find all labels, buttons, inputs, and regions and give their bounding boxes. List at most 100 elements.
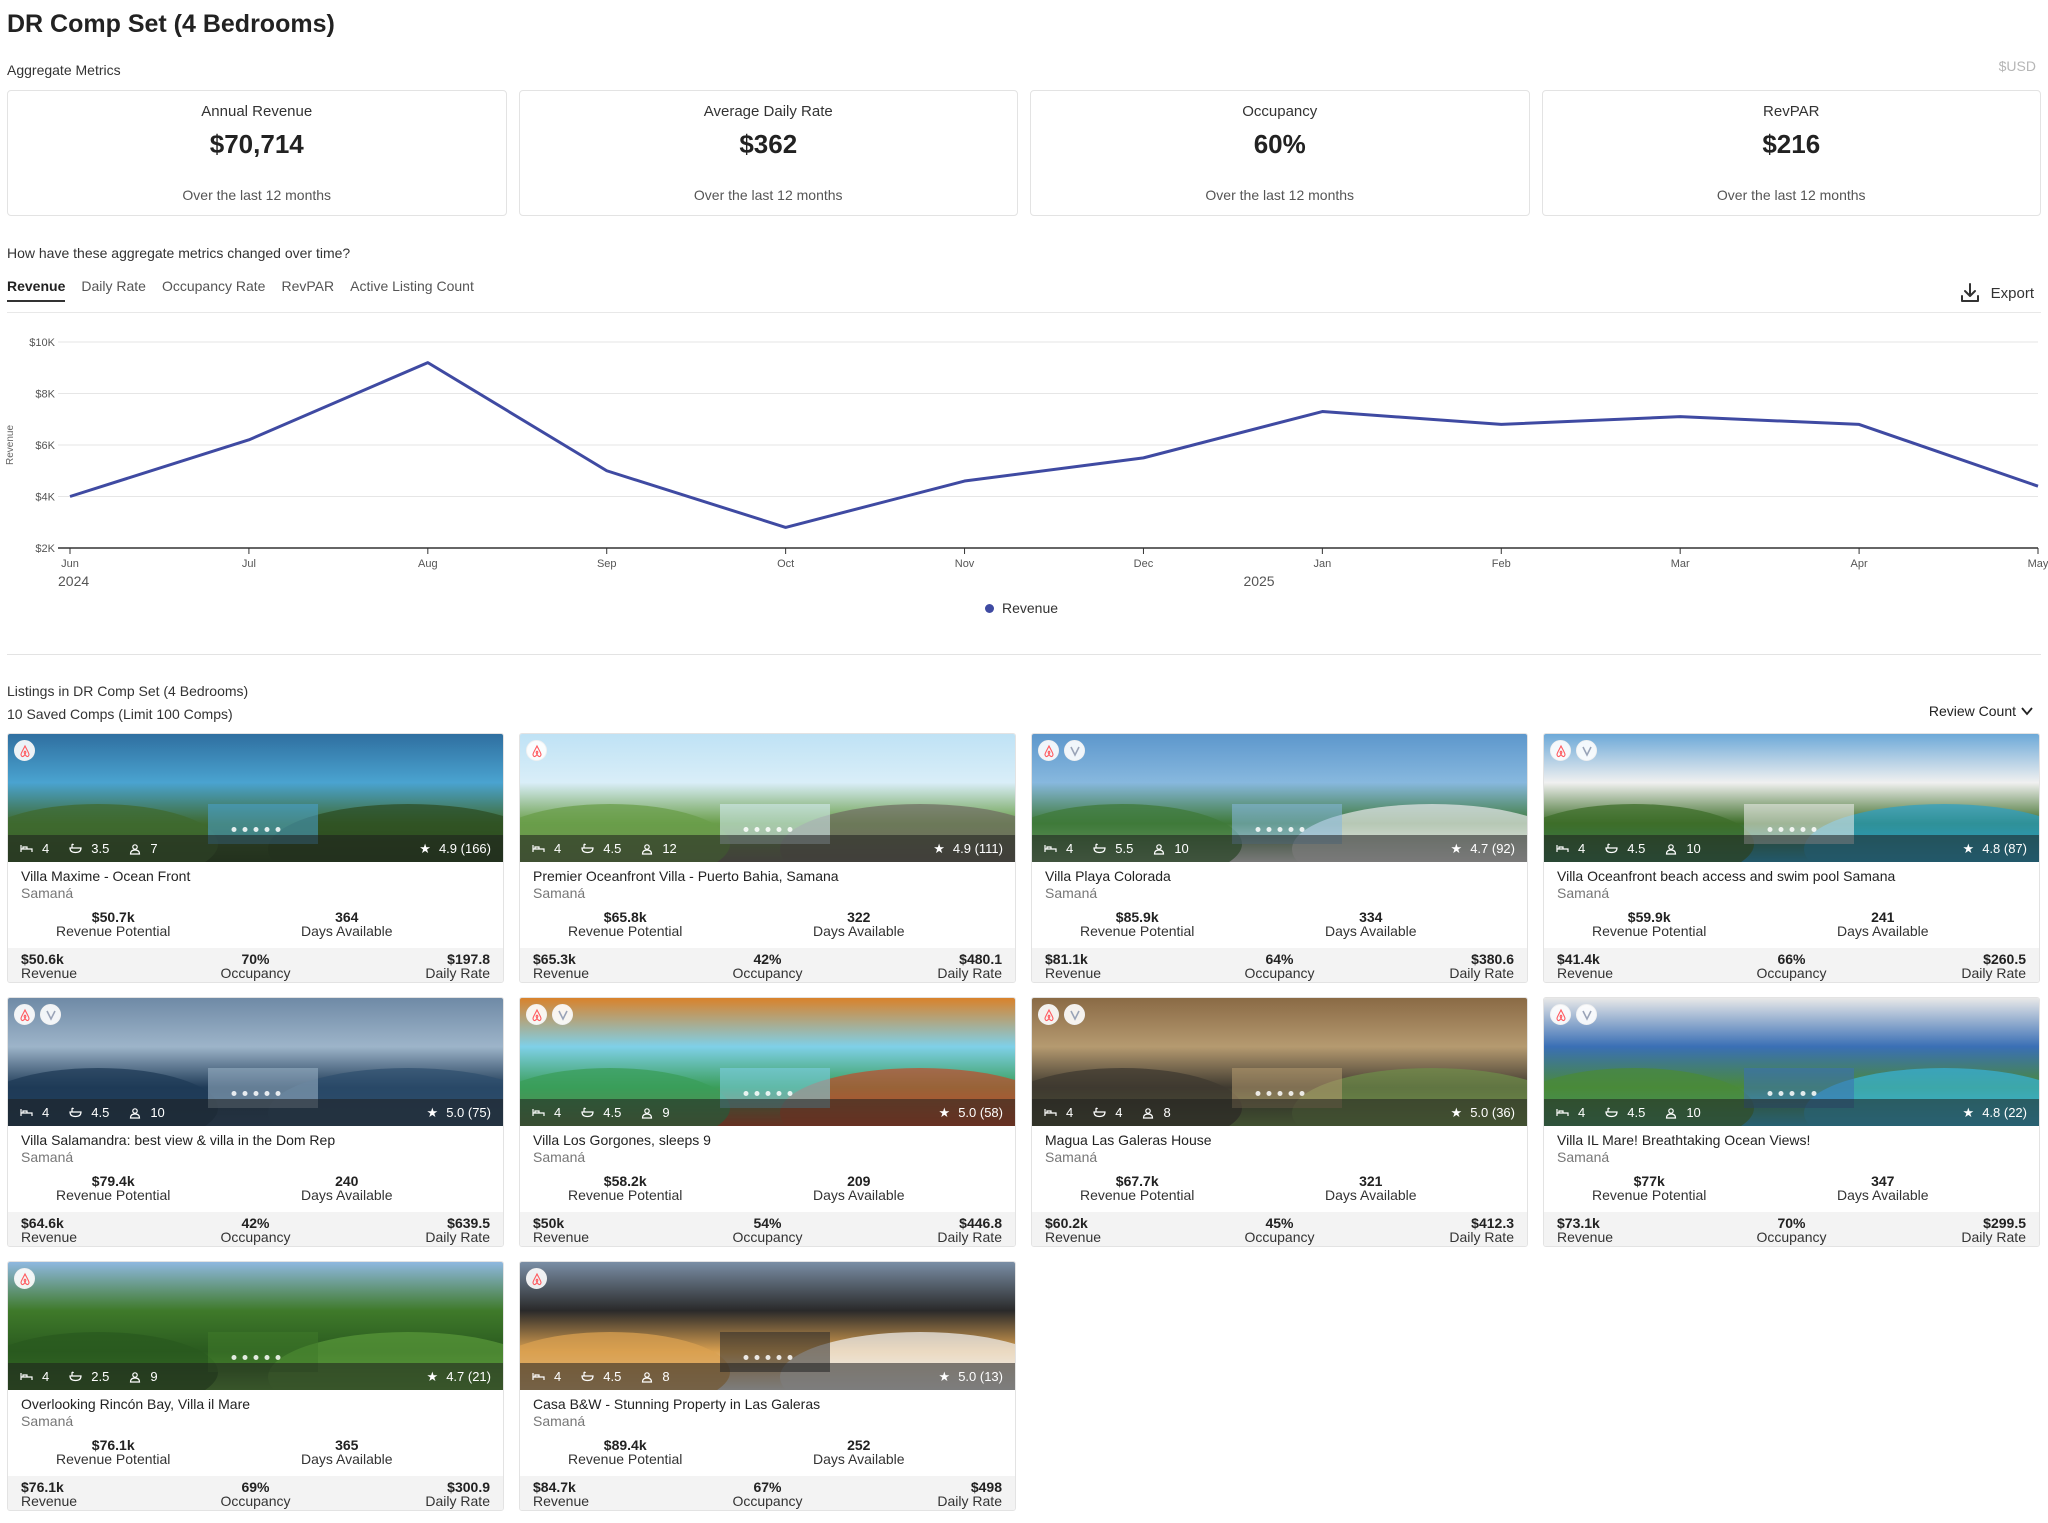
listing-photo[interactable]: 4 4.5 8 ★ 5.0 (13): [520, 1262, 1015, 1390]
baths-count: 4.5: [603, 1369, 622, 1384]
bedrooms-stat: 4: [1556, 841, 1585, 856]
listing-card[interactable]: 4 4.5 8 ★ 5.0 (13) Casa B&W - Stunning P…: [519, 1261, 1016, 1511]
photo-carousel-dots[interactable]: [231, 827, 280, 832]
x-year-label: 2024: [58, 573, 89, 589]
listing-photo[interactable]: 4 4.5 10 ★ 4.8 (87): [1544, 734, 2039, 862]
star-icon: ★: [938, 1104, 951, 1120]
revenue-potential-label: Revenue Potential: [568, 1451, 683, 1467]
bath-icon: [1093, 843, 1106, 854]
days-available-label: Days Available: [301, 1187, 393, 1203]
guests-icon: [1154, 843, 1165, 855]
listing-title[interactable]: Premier Oceanfront Villa - Puerto Bahia,…: [533, 868, 839, 884]
baths-count: 4.5: [91, 1105, 110, 1120]
airbnb-icon: [526, 1004, 547, 1025]
guests-icon: [642, 843, 653, 855]
revenue-potential: $65.8k Revenue Potential: [568, 910, 682, 938]
star-icon: ★: [1962, 840, 1975, 856]
guests-count: 12: [662, 841, 677, 856]
tab-active-listing-count[interactable]: Active Listing Count: [350, 278, 474, 302]
photo-carousel-dots[interactable]: [1767, 827, 1816, 832]
star-icon: ★: [933, 840, 945, 856]
bed-icon: [532, 845, 545, 852]
listing-title[interactable]: Casa B&W - Stunning Property in Las Gale…: [533, 1396, 820, 1412]
guests-icon: [1143, 1107, 1154, 1119]
listing-title[interactable]: Magua Las Galeras House: [1045, 1132, 1212, 1148]
listing-card[interactable]: 4 5.5 10 ★ 4.7 (92) Villa Playa Colorada…: [1031, 733, 1528, 983]
photo-carousel-dots[interactable]: [231, 1091, 280, 1096]
listing-card[interactable]: 4 3.5 7 ★ 4.9 (166) Villa Maxime - Ocean…: [7, 733, 504, 983]
listing-location: Samaná: [533, 885, 586, 901]
tab-revenue[interactable]: Revenue: [7, 278, 66, 302]
guests-count: 10: [1686, 841, 1701, 856]
listing-card[interactable]: 4 4.5 9 ★ 5.0 (58) Villa Los Gorgones, s…: [519, 997, 1016, 1247]
listing-photo[interactable]: 4 4 8 ★ 5.0 (36): [1032, 998, 1527, 1126]
rating-value: 4.7 (92): [1470, 841, 1515, 856]
bedrooms-stat: 4: [1044, 841, 1073, 856]
tab-daily-rate[interactable]: Daily Rate: [81, 278, 146, 302]
guests-icon: [130, 1371, 141, 1383]
listing-title[interactable]: Overlooking Rincón Bay, Villa il Mare: [21, 1396, 250, 1412]
listing-card[interactable]: 4 4.5 10 ★ 4.8 (22) Villa IL Mare! Breat…: [1543, 997, 2040, 1247]
star-icon: ★: [938, 1368, 951, 1384]
days-available-value: 364: [335, 909, 359, 925]
listing-card[interactable]: 4 4.5 10 ★ 5.0 (75) Villa Salamandra: be…: [7, 997, 504, 1247]
listing-title[interactable]: Villa Maxime - Ocean Front: [21, 868, 190, 884]
listing-location: Samaná: [1557, 1149, 1610, 1165]
photo-carousel-dots[interactable]: [743, 827, 792, 832]
listing-metrics-row: $50.6k Revenue 70% Occupancy $197.8 Dail…: [8, 948, 503, 982]
photo-carousel-dots[interactable]: [231, 1355, 280, 1360]
listing-daily-rate-value: $639.5: [447, 1215, 490, 1231]
listing-metrics-row: $64.6k Revenue 42% Occupancy $639.5 Dail…: [8, 1212, 503, 1246]
listing-card[interactable]: 4 4.5 10 ★ 4.8 (87) Villa Oceanfront bea…: [1543, 733, 2040, 983]
currency-label: $USD: [1998, 58, 2036, 74]
listing-photo[interactable]: 4 4.5 12 ★ 4.9 (111): [520, 734, 1015, 862]
vrbo-icon: [1064, 1004, 1085, 1025]
listing-title[interactable]: Villa Oceanfront beach access and swim p…: [1557, 868, 1895, 884]
listing-photo[interactable]: 4 5.5 10 ★ 4.7 (92): [1032, 734, 1527, 862]
baths-count: 4.5: [603, 1105, 622, 1120]
listing-card[interactable]: 4 4 8 ★ 5.0 (36) Magua Las Galeras House…: [1031, 997, 1528, 1247]
days-available-value: 365: [335, 1437, 359, 1453]
metrics-change-question: How have these aggregate metrics changed…: [7, 245, 351, 261]
bed-icon: [532, 1109, 545, 1116]
tab-occupancy-rate[interactable]: Occupancy Rate: [162, 278, 266, 302]
metric-title: Occupancy: [1242, 103, 1318, 120]
bath-icon: [581, 843, 594, 854]
photo-carousel-dots[interactable]: [743, 1091, 792, 1096]
listing-photo[interactable]: 4 4.5 9 ★ 5.0 (58): [520, 998, 1015, 1126]
export-button[interactable]: Export: [1959, 282, 2034, 304]
listing-photo[interactable]: 4 4.5 10 ★ 4.8 (22): [1544, 998, 2039, 1126]
listing-daily-rate: $380.6 Daily Rate: [1449, 952, 1514, 980]
days-available-label: Days Available: [301, 1451, 393, 1467]
photo-carousel-dots[interactable]: [743, 1355, 792, 1360]
listing-daily-rate: $498 Daily Rate: [937, 1480, 1002, 1508]
listing-photo[interactable]: 4 2.5 9 ★ 4.7 (21): [8, 1262, 503, 1390]
listing-photo[interactable]: 4 3.5 7 ★ 4.9 (166): [8, 734, 503, 862]
x-tick-label: Apr: [1851, 558, 1868, 570]
listing-title[interactable]: Villa IL Mare! Breathtaking Ocean Views!: [1557, 1132, 1810, 1148]
listing-title[interactable]: Villa Playa Colorada: [1045, 868, 1171, 884]
listing-title[interactable]: Villa Los Gorgones, sleeps 9: [533, 1132, 711, 1148]
tab-revpar[interactable]: RevPAR: [281, 278, 334, 302]
listing-title[interactable]: Villa Salamandra: best view & villa in t…: [21, 1132, 335, 1148]
listing-card[interactable]: 4 2.5 9 ★ 4.7 (21) Overlooking Rincón Ba…: [7, 1261, 504, 1511]
baths-count: 4.5: [1627, 1105, 1646, 1120]
photo-carousel-dots[interactable]: [1255, 1091, 1304, 1096]
photo-carousel-dots[interactable]: [1255, 827, 1304, 832]
baths-count: 4: [1115, 1105, 1123, 1120]
bed-icon: [20, 1373, 33, 1380]
metric-subtitle: Over the last 12 months: [1205, 187, 1355, 203]
revenue-potential-value: $77k: [1633, 1173, 1665, 1189]
airbnb-icon: [1550, 1004, 1571, 1025]
photo-carousel-dots[interactable]: [1767, 1091, 1816, 1096]
listing-photo[interactable]: 4 4.5 10 ★ 5.0 (75): [8, 998, 503, 1126]
chevron-down-icon: [2021, 707, 2033, 716]
metric-subtitle: Over the last 12 months: [1716, 187, 1866, 203]
bed-icon: [20, 845, 33, 852]
days-available: 209 Days Available: [813, 1174, 905, 1202]
star-icon: ★: [419, 840, 431, 856]
listing-card[interactable]: 4 4.5 12 ★ 4.9 (111) Premier Oceanfront …: [519, 733, 1016, 983]
revenue-potential: $58.2k Revenue Potential: [568, 1174, 682, 1202]
listing-metrics-row: $76.1k Revenue 69% Occupancy $300.9 Dail…: [8, 1476, 503, 1510]
sort-dropdown[interactable]: Review Count: [1929, 703, 2034, 719]
